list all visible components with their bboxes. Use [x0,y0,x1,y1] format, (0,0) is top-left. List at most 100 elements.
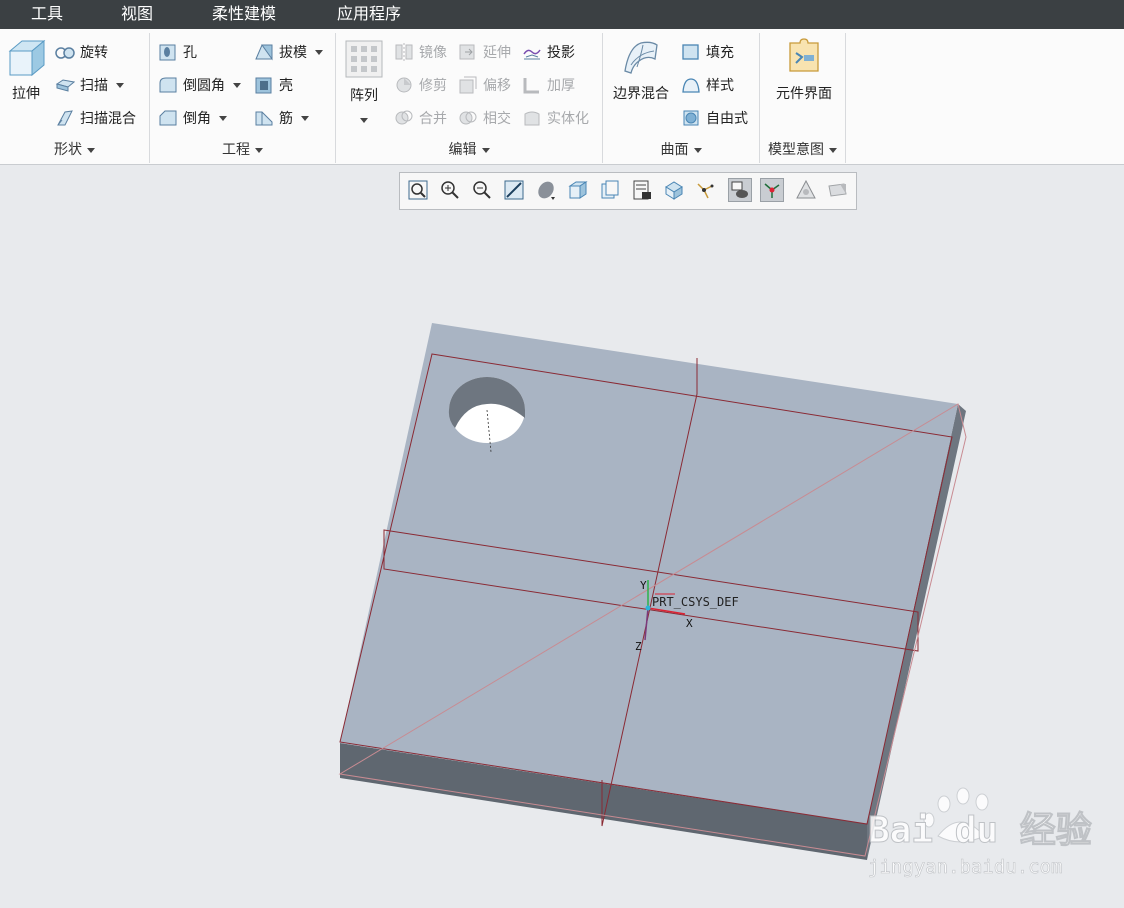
chevron-down-icon [829,147,837,153]
style-label: 样式 [706,78,734,94]
chamfer-label: 倒角 [183,111,211,127]
menu-flexible-modeling[interactable]: 柔性建模 [212,0,276,29]
pattern-label: 阵列 [350,88,378,104]
intersect-button[interactable]: 相交 [458,105,511,131]
z-axis-label: Z [635,640,642,653]
swept-blend-button[interactable]: 扫描混合 [55,105,136,131]
sweep-button[interactable]: 扫描 [55,72,124,98]
thicken-icon [522,75,542,95]
chevron-down-icon [255,147,263,153]
group-editing-label[interactable]: 编辑 [336,139,602,159]
freestyle-button[interactable]: 自由式 [681,105,748,131]
draft-label: 拔模 [279,45,307,61]
component-interface-button[interactable]: 元件界面 [764,37,844,103]
boundary-blend-button[interactable]: 边界混合 [609,37,673,103]
pattern-dropdown-icon[interactable] [360,118,368,123]
fill-button[interactable]: 填充 [681,39,734,65]
plate-top-face [340,323,958,824]
fill-icon [681,42,701,62]
group-surfaces-label[interactable]: 曲面 [603,139,759,159]
freestyle-icon [681,108,701,128]
group-model-intent-title: 模型意图 [768,142,824,158]
round-dropdown-icon[interactable] [233,82,241,88]
mirror-button[interactable]: 镜像 [394,39,447,65]
chamfer-icon [158,108,178,128]
hole-icon [158,42,178,62]
freestyle-label: 自由式 [706,111,748,127]
extend-label: 延伸 [483,45,511,61]
chamfer-dropdown-icon[interactable] [219,115,227,121]
pattern-icon [344,39,384,79]
solidify-button[interactable]: 实体化 [522,105,589,131]
round-label: 倒圆角 [183,78,225,94]
extrude-icon [6,37,46,77]
pattern-button[interactable]: 阵列 [342,39,386,127]
group-model-intent-label[interactable]: 模型意图 [760,139,845,159]
merge-icon [394,108,414,128]
merge-button[interactable]: 合并 [394,105,447,131]
group-model-intent: 元件界面 模型意图 [760,33,846,163]
group-shape: 拉伸 旋转 扫描 扫描混合 形状 [0,33,150,163]
shell-label: 壳 [279,78,293,94]
swept-blend-label: 扫描混合 [80,111,136,127]
chevron-down-icon [693,147,702,153]
csys-label: PRT_CSYS_DEF [652,595,739,609]
intersect-icon [458,108,478,128]
menu-applications[interactable]: 应用程序 [337,0,401,29]
trim-label: 修剪 [419,78,447,94]
round-button[interactable]: 倒圆角 [158,72,241,98]
origin [645,605,651,611]
menu-tools[interactable]: 工具 [31,0,63,29]
sweep-label: 扫描 [80,78,108,94]
boundary-blend-label: 边界混合 [613,86,669,102]
rib-icon [254,108,274,128]
menu-view[interactable]: 视图 [121,0,153,29]
menu-bar: 工具 视图 柔性建模 应用程序 [0,0,1124,29]
extend-button[interactable]: 延伸 [458,39,511,65]
model-view: PRT_CSYS_DEF Y X Z Bai du 经验 jingyan.bai… [338,323,1092,878]
mirror-label: 镜像 [419,45,447,61]
watermark-url: jingyan.baidu.com [868,856,1062,878]
project-label: 投影 [547,45,575,61]
group-engineering-label[interactable]: 工程 [150,139,335,159]
y-axis-label: Y [640,579,647,592]
chamfer-button[interactable]: 倒角 [158,105,227,131]
offset-button[interactable]: 偏移 [458,72,511,98]
graphics-viewport[interactable]: PRT_CSYS_DEF Y X Z Bai du 经验 jingyan.bai… [0,165,1124,904]
extrude-button[interactable]: 拉伸 [4,37,48,103]
trim-button[interactable]: 修剪 [394,72,447,98]
x-axis-label: X [686,617,693,630]
revolve-icon [55,42,75,62]
hole-button[interactable]: 孔 [158,39,197,65]
shell-icon [254,75,274,95]
fill-label: 填充 [706,45,734,61]
chevron-down-icon [87,147,95,153]
swept-blend-icon [55,108,75,128]
rib-dropdown-icon[interactable] [301,115,309,121]
project-button[interactable]: 投影 [522,39,575,65]
sweep-dropdown-icon[interactable] [116,82,124,88]
baidu-watermark: Bai du 经验 jingyan.baidu.com [868,787,1092,878]
offset-icon [458,75,478,95]
shell-button[interactable]: 壳 [254,72,293,98]
thicken-label: 加厚 [547,78,575,94]
rib-label: 筋 [279,111,293,127]
rib-button[interactable]: 筋 [254,105,309,131]
group-engineering: 孔 拔模 倒圆角 壳 倒角 筋 工程 [150,33,336,163]
group-shape-label[interactable]: 形状 [0,139,149,159]
group-editing: 阵列 镜像 延伸 投影 修剪 偏移 加厚 合并 相交 实体化 编辑 [336,33,603,163]
project-icon [522,42,542,62]
component-interface-icon [784,37,824,77]
sweep-icon [55,75,76,95]
draft-dropdown-icon[interactable] [315,49,323,55]
extrude-label: 拉伸 [12,86,40,102]
offset-label: 偏移 [483,78,511,94]
mirror-icon [394,42,414,62]
style-button[interactable]: 样式 [681,72,734,98]
draft-button[interactable]: 拔模 [254,39,323,65]
thicken-button[interactable]: 加厚 [522,72,575,98]
intersect-label: 相交 [483,111,511,127]
revolve-button[interactable]: 旋转 [55,39,108,65]
solidify-label: 实体化 [547,111,589,127]
group-engineering-title: 工程 [222,142,250,158]
